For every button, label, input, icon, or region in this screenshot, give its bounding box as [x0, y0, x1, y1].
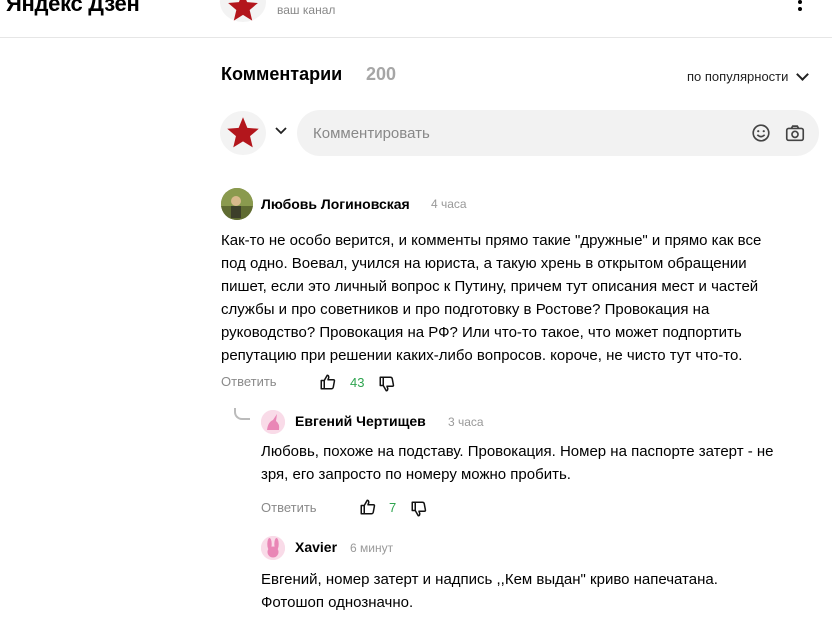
- comments-count: 200: [366, 64, 397, 84]
- emoji-icon[interactable]: [750, 122, 772, 144]
- camera-icon[interactable]: [784, 122, 806, 144]
- sort-label: по популярности: [687, 69, 789, 84]
- comment-line: Евгений, номер затерт и надпись ,,Кем вы…: [261, 571, 718, 588]
- comment-author[interactable]: Любовь Логиновская: [261, 196, 410, 212]
- comment-line: зря, его запросто по номеру можно пробит…: [261, 466, 571, 483]
- yandex-zen-logo[interactable]: Яндекс Дзен: [6, 0, 140, 17]
- comment-time: 4 часа: [431, 197, 467, 211]
- avatar[interactable]: [261, 536, 285, 560]
- star-avatar-icon: [227, 117, 259, 148]
- logo-text: Яндекс Дзен: [6, 0, 140, 16]
- current-user-avatar[interactable]: [220, 111, 266, 155]
- chevron-down-icon[interactable]: [275, 126, 287, 136]
- comment-line: под одно. Воевал, учился на юриста, а та…: [221, 255, 747, 272]
- comments-title: Комментарии: [221, 64, 343, 84]
- pink-bunny-icon: [261, 536, 285, 560]
- comment-input[interactable]: [297, 110, 819, 156]
- top-header: Яндекс Дзен ваш канал: [0, 0, 832, 38]
- sort-dropdown[interactable]: по популярности: [687, 68, 810, 84]
- reply-button[interactable]: Ответить: [221, 374, 277, 389]
- thumbs-up-icon[interactable]: [319, 373, 337, 391]
- avatar[interactable]: [221, 188, 253, 220]
- comment-text: Любовь, похоже на подставу. Провокация. …: [261, 440, 821, 486]
- thumbs-down-icon[interactable]: [410, 500, 428, 518]
- comment-text: Как-то не особо верится, и комменты прям…: [221, 229, 821, 367]
- reply-branch-line: [234, 408, 250, 420]
- avatar[interactable]: [261, 410, 285, 434]
- comment-author[interactable]: Евгений Чертищев: [295, 413, 426, 429]
- channel-caption[interactable]: ваш канал: [277, 3, 335, 17]
- pink-unicorn-icon: [261, 410, 285, 434]
- comment-line: службы и про советников и про подготовку…: [221, 301, 710, 318]
- comment-line: руководство? Провокация на РФ? Или что-т…: [221, 324, 742, 341]
- like-count: 7: [389, 500, 397, 515]
- thumbs-up-icon[interactable]: [359, 498, 377, 516]
- star-avatar-icon: [228, 0, 258, 21]
- channel-avatar[interactable]: [220, 0, 266, 22]
- comment-text: Евгений, номер затерт и надпись ,,Кем вы…: [261, 568, 821, 614]
- comment-line: Как-то не особо верится, и комменты прям…: [221, 232, 762, 249]
- user-photo-icon: [221, 188, 253, 220]
- comment-line: пишет, если это личный вопрос к Путину, …: [221, 278, 759, 295]
- more-vertical-icon[interactable]: [793, 0, 807, 14]
- reply-button[interactable]: Ответить: [261, 500, 317, 515]
- comment-line: Фотошоп однозначно.: [261, 594, 414, 611]
- comment-line: Любовь, похоже на подставу. Провокация. …: [261, 443, 774, 460]
- comment-time: 6 минут: [350, 541, 394, 555]
- chevron-down-icon: [796, 68, 810, 81]
- like-count: 43: [350, 375, 365, 390]
- comment-line: репутацию при решении каких-либо вопросо…: [221, 347, 743, 364]
- comment-time: 3 часа: [448, 415, 484, 429]
- thumbs-down-icon[interactable]: [378, 375, 396, 393]
- comment-author[interactable]: Xavier: [295, 539, 337, 555]
